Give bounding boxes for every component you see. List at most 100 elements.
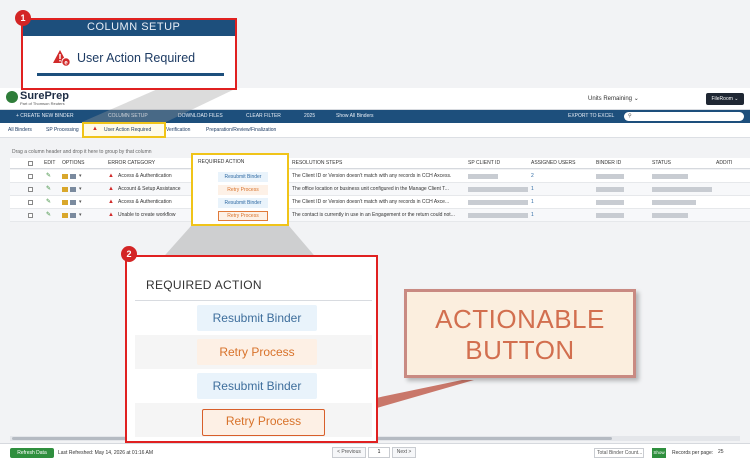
show-button[interactable]: Show xyxy=(652,448,666,458)
column-header-status[interactable]: STATUS xyxy=(652,158,671,169)
assigned-users-link[interactable]: 1 xyxy=(531,196,534,209)
edit-pencil-icon[interactable]: ✎ xyxy=(46,209,51,222)
assigned-users-link[interactable]: 2 xyxy=(531,170,534,183)
sp-client-id-cell xyxy=(468,174,498,179)
warning-icon: ▲ xyxy=(92,126,98,132)
table-row[interactable]: ✎ ▾ ▲ Account & Setup Assistance The off… xyxy=(10,183,750,196)
resolution-steps-cell: The contact is currently in use in an En… xyxy=(292,212,455,218)
resubmit-binder-button[interactable]: Resubmit Binder xyxy=(218,198,268,208)
column-setup-band-label: COLUMN SETUP xyxy=(87,21,181,33)
error-category-cell: Unable to create workflow xyxy=(118,212,176,218)
select-all-checkbox[interactable] xyxy=(28,161,33,166)
resolution-steps-cell: The Client ID or Version doesn't match w… xyxy=(292,199,450,205)
assigned-users-link[interactable]: 1 xyxy=(531,183,534,196)
table-row[interactable]: ✎ ▾ ▲ Access & Authentication The Client… xyxy=(10,170,750,183)
page-number-input[interactable]: 1 xyxy=(368,447,390,458)
column-header-sp-client-id[interactable]: SP CLIENT ID xyxy=(468,158,500,169)
error-category-cell: Access & Authentication xyxy=(118,199,172,205)
pdf-icon[interactable] xyxy=(70,200,76,205)
show-all-binders-select[interactable]: Show All Binders xyxy=(336,110,374,123)
document-icon[interactable] xyxy=(62,213,68,218)
required-action-column-header: REQUIRED ACTION xyxy=(198,159,245,165)
user-menu-label: FileRoom xyxy=(711,96,733,102)
note-line-1: ACTIONABLE xyxy=(435,304,605,334)
retry-process-button[interactable]: Retry Process xyxy=(197,339,317,365)
tab-user-action-required[interactable]: ▲ User Action Required xyxy=(82,122,166,138)
table-row[interactable]: ✎ ▾ ▲ Access & Authentication The Client… xyxy=(10,196,750,209)
retry-process-button[interactable]: Retry Process xyxy=(218,185,268,195)
actionable-button-note: ACTIONABLE BUTTON xyxy=(404,289,636,378)
chevron-down-icon[interactable]: ▾ xyxy=(79,196,82,209)
binder-count-select[interactable]: Total Binder Count... xyxy=(594,448,644,458)
retry-process-button[interactable]: Retry Process xyxy=(218,211,268,221)
next-page-button[interactable]: Next > xyxy=(392,447,416,458)
resolution-steps-cell: The office location or business unit con… xyxy=(292,186,449,192)
tab-user-action-required-label: User Action Required xyxy=(104,127,152,133)
resubmit-binder-button[interactable]: Resubmit Binder xyxy=(197,373,317,399)
create-new-binder-button[interactable]: + CREATE NEW BINDER xyxy=(16,110,74,123)
refresh-data-button[interactable]: Refresh Data xyxy=(10,448,54,458)
binder-id-cell xyxy=(596,200,624,205)
row-checkbox[interactable] xyxy=(28,187,33,192)
resubmit-binder-button[interactable]: Resubmit Binder xyxy=(197,305,317,331)
step-badge-1: 1 xyxy=(15,10,31,26)
resubmit-binder-button[interactable]: Resubmit Binder xyxy=(218,172,268,182)
clear-filter-button[interactable]: CLEAR FILTER xyxy=(246,110,281,123)
warning-icon: ▲ xyxy=(108,173,114,179)
chevron-down-icon[interactable]: ▾ xyxy=(79,209,82,222)
status-cell xyxy=(652,174,688,179)
retry-process-button[interactable]: Retry Process xyxy=(202,409,325,436)
column-header-additional[interactable]: ADDITI xyxy=(716,158,732,169)
document-icon[interactable] xyxy=(62,174,68,179)
warning-icon: e xyxy=(53,49,71,67)
column-header-options[interactable]: OPTIONS xyxy=(62,158,85,169)
column-header-resolution-steps[interactable]: RESOLUTION STEPS xyxy=(292,158,342,169)
row-checkbox[interactable] xyxy=(28,174,33,179)
units-remaining-label: Units Remaining xyxy=(588,96,633,102)
pdf-icon[interactable] xyxy=(70,187,76,192)
sp-client-id-cell xyxy=(468,200,528,205)
user-menu-button[interactable]: FileRoom ⌄ xyxy=(706,93,744,105)
column-header-binder-id[interactable]: BINDER ID xyxy=(596,158,621,169)
units-remaining-dropdown[interactable]: Units Remaining ⌄ xyxy=(588,95,639,102)
binder-id-cell xyxy=(596,174,624,179)
edit-pencil-icon[interactable]: ✎ xyxy=(46,183,51,196)
required-action-column-highlight: REQUIRED ACTION Resubmit Binder Retry Pr… xyxy=(191,153,289,226)
pdf-icon[interactable] xyxy=(70,213,76,218)
download-files-button[interactable]: DOWNLOAD FILES xyxy=(178,110,223,123)
row-checkbox[interactable] xyxy=(28,200,33,205)
active-tab-underline xyxy=(37,73,224,76)
column-header-assigned-users[interactable]: ASSIGNED USERS xyxy=(531,158,575,169)
user-action-required-tab-zoomed[interactable]: e User Action Required xyxy=(53,48,195,68)
document-icon[interactable] xyxy=(62,187,68,192)
tab-all-binders[interactable]: All Binders xyxy=(8,123,32,138)
binder-id-cell xyxy=(596,213,624,218)
chevron-down-icon[interactable]: ▾ xyxy=(79,170,82,183)
warning-icon: ▲ xyxy=(108,186,114,192)
chevron-down-icon[interactable]: ▾ xyxy=(79,183,82,196)
status-cell xyxy=(652,200,696,205)
pdf-icon[interactable] xyxy=(70,174,76,179)
edit-pencil-icon[interactable]: ✎ xyxy=(46,196,51,209)
tab-preparation-review-finalization[interactable]: Preparation/Review/Finalization xyxy=(206,123,276,138)
year-select[interactable]: 2025 xyxy=(304,110,315,123)
column-header-edit[interactable]: EDIT xyxy=(44,158,55,169)
screenshot-root: SurePrep Part of Thomson Reuters Units R… xyxy=(0,0,750,463)
user-action-required-label: User Action Required xyxy=(77,51,196,65)
list-item: Retry Process xyxy=(135,335,372,369)
document-icon[interactable] xyxy=(62,200,68,205)
search-input[interactable]: ⚲ xyxy=(624,112,744,121)
table-row[interactable]: ✎ ▾ ▲ Unable to create workflow The cont… xyxy=(10,209,750,222)
error-category-cell: Access & Authentication xyxy=(118,173,172,179)
export-to-excel-button[interactable]: EXPORT TO EXCEL xyxy=(568,110,614,123)
assigned-users-link[interactable]: 1 xyxy=(531,209,534,222)
records-per-page-select[interactable]: 25 xyxy=(718,449,724,455)
tab-sp-processing[interactable]: SP Processing xyxy=(46,123,79,138)
logo-tagline: Part of Thomson Reuters xyxy=(20,101,65,106)
edit-pencil-icon[interactable]: ✎ xyxy=(46,170,51,183)
chevron-down-icon: ⌄ xyxy=(633,96,639,102)
column-header-error-category[interactable]: ERROR CATEGORY xyxy=(108,158,155,169)
tab-verification[interactable]: Verification xyxy=(166,123,190,138)
row-checkbox[interactable] xyxy=(28,213,33,218)
previous-page-button[interactable]: < Previous xyxy=(332,447,366,458)
